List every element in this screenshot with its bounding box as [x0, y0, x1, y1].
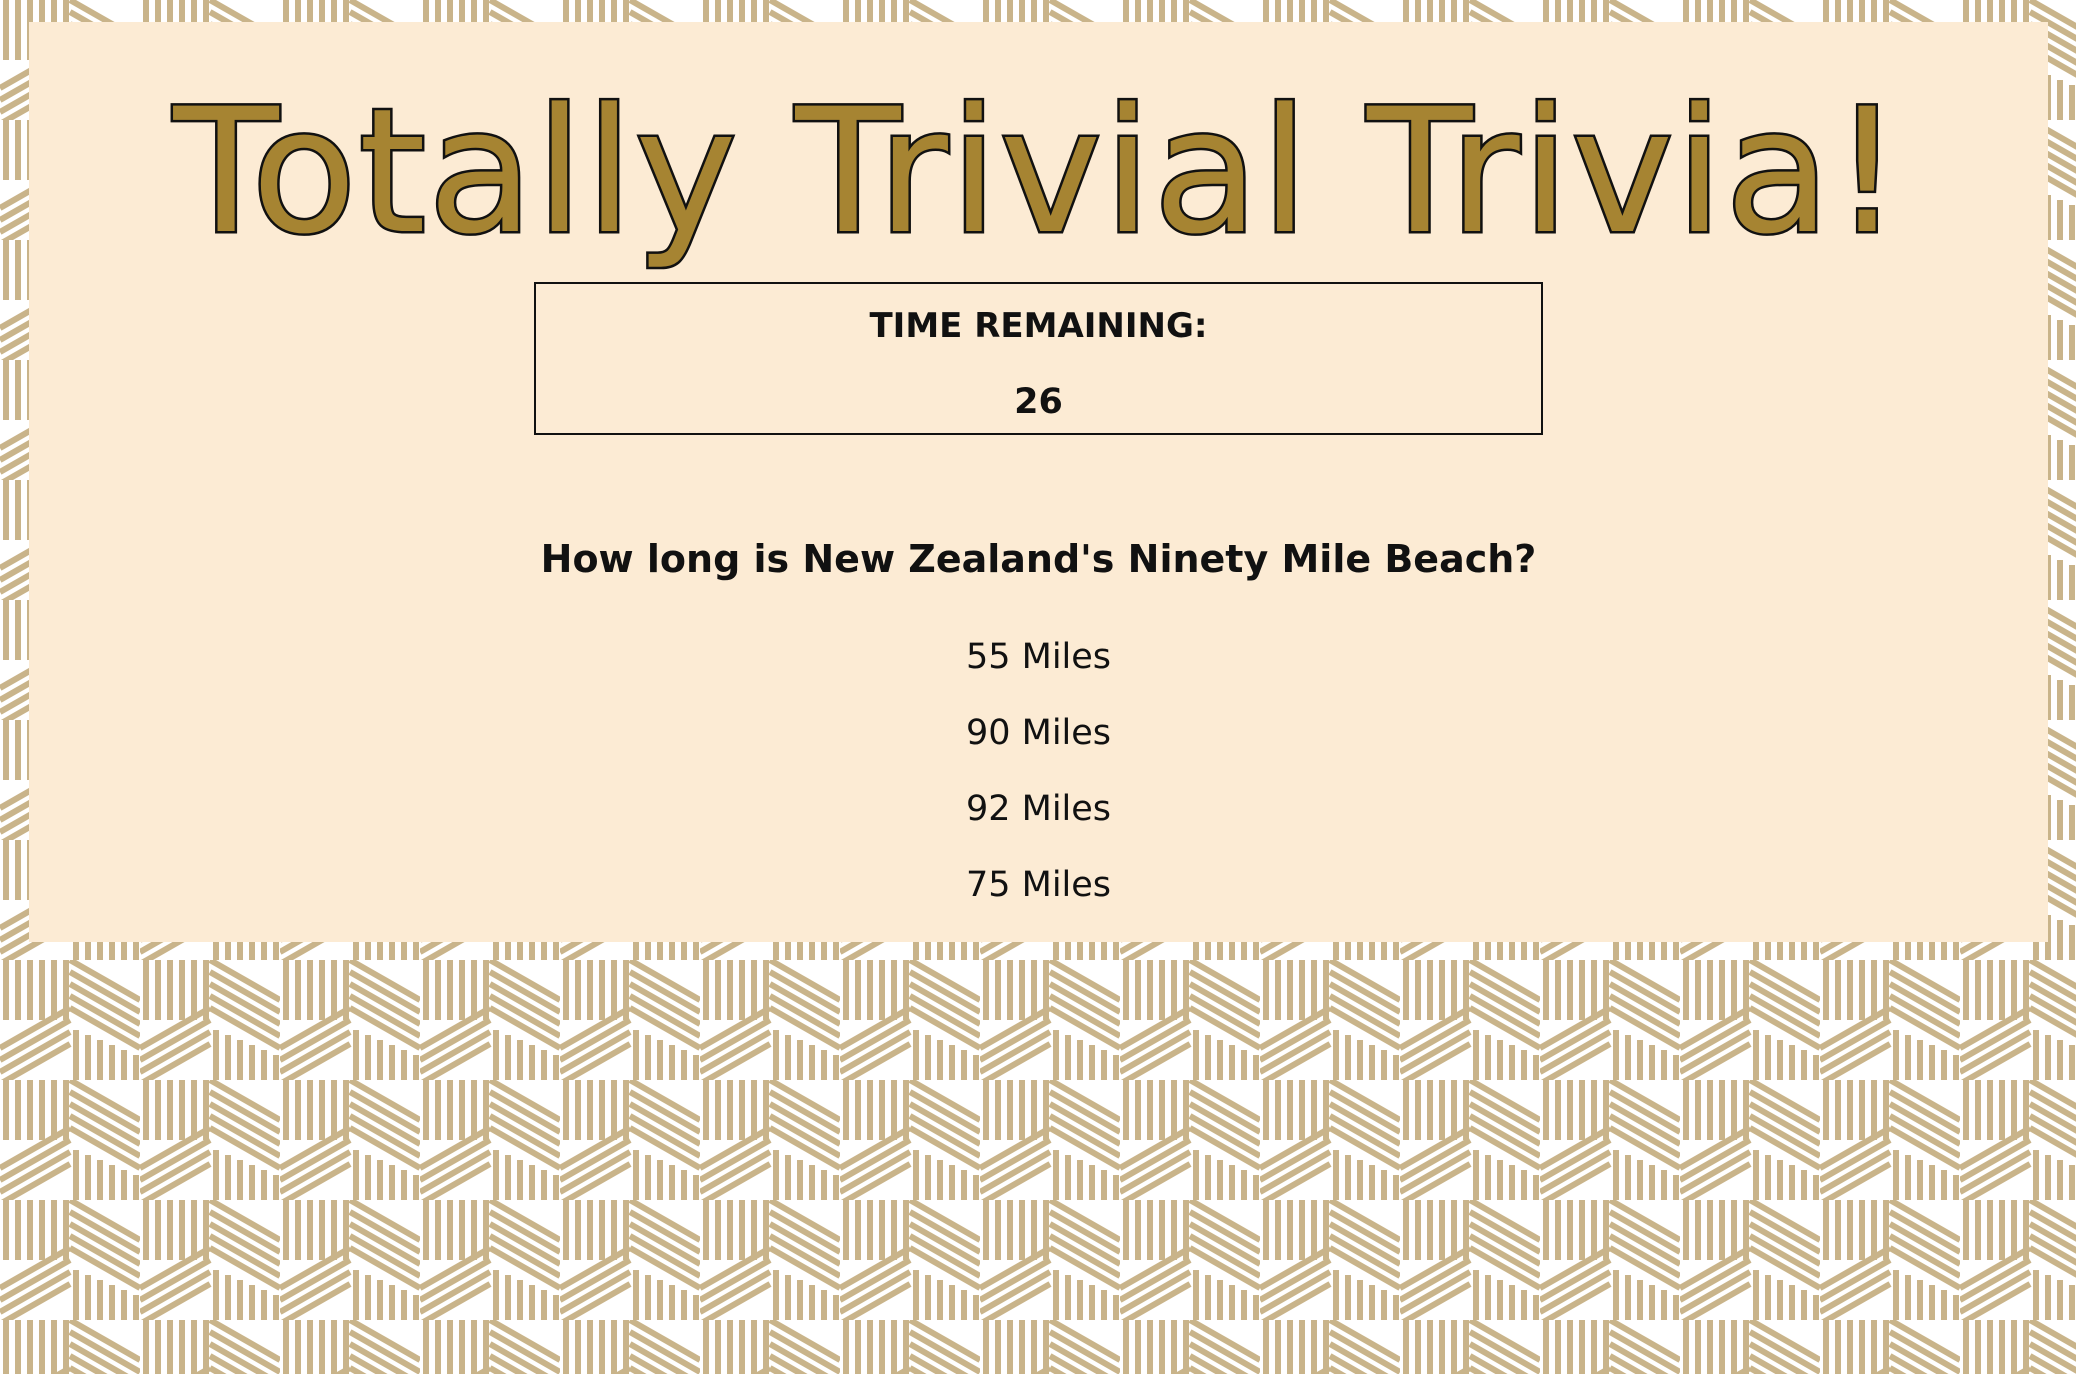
timer-box: TIME REMAINING: 26: [534, 282, 1543, 435]
timer-value: 26: [1014, 382, 1063, 422]
answer-option[interactable]: 90 Miles: [909, 708, 1169, 758]
answer-list: 55 Miles 90 Miles 92 Miles 75 Miles: [29, 632, 2048, 936]
answer-option[interactable]: 92 Miles: [909, 784, 1169, 834]
answer-option[interactable]: 55 Miles: [909, 632, 1169, 682]
answer-option[interactable]: 75 Miles: [909, 860, 1169, 910]
trivia-panel: Totally Trivial Trivia! TIME REMAINING: …: [29, 22, 2048, 942]
question-text: How long is New Zealand's Ninety Mile Be…: [540, 537, 1537, 581]
timer-label: TIME REMAINING:: [869, 306, 1208, 346]
app-title: Totally Trivial Trivia!: [171, 69, 1904, 274]
